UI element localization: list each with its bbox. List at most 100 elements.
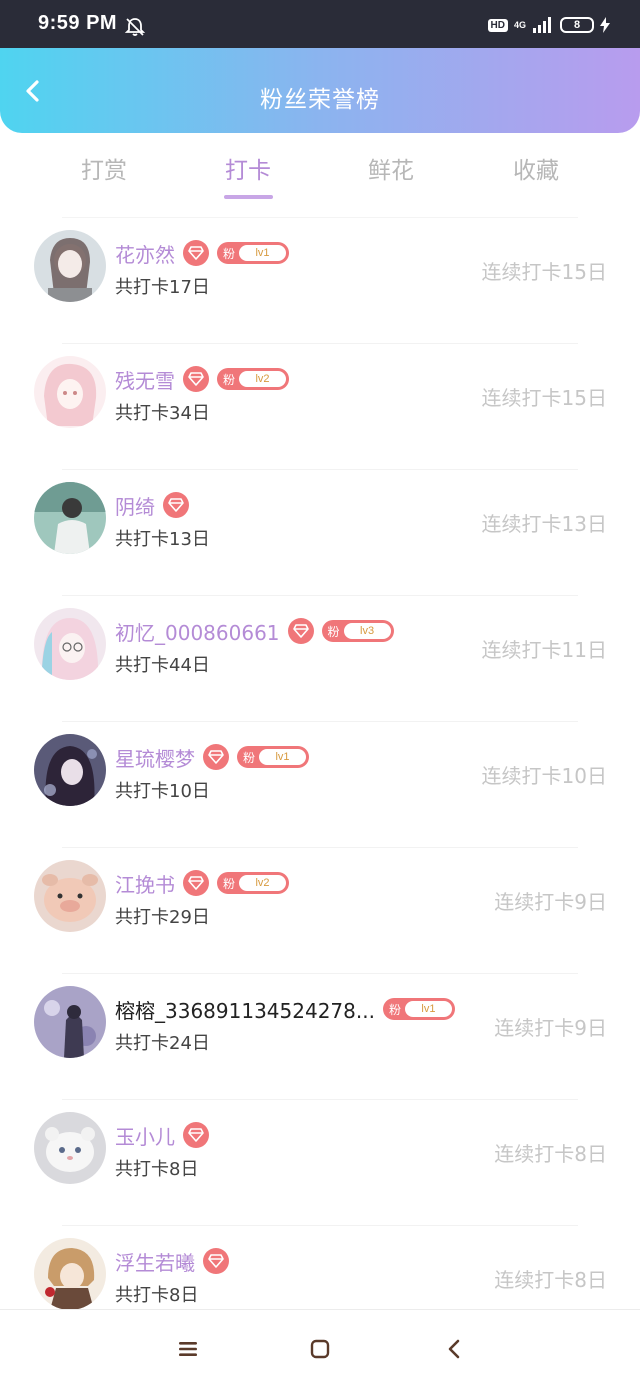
- fan-level: lv3: [343, 623, 391, 639]
- diamond-icon: [163, 492, 189, 518]
- signal-icon: [533, 17, 551, 33]
- fan-label: 粉: [223, 372, 236, 387]
- fan-level-badge: 粉 lv3: [321, 620, 394, 642]
- fan-level-badge: 粉 lv1: [237, 746, 309, 768]
- total-checkins: 共打卡34日: [115, 403, 210, 424]
- diamond-icon: [183, 1122, 209, 1148]
- user-name[interactable]: 星琉樱梦: [115, 743, 195, 772]
- battery-indicator: 8: [560, 17, 594, 33]
- streak-checkins: 连续打卡8日: [494, 1268, 607, 1292]
- tab-flowers[interactable]: 鲜花: [321, 151, 461, 185]
- avatar[interactable]: [34, 734, 106, 806]
- user-name[interactable]: 玉小儿: [115, 1121, 175, 1150]
- total-checkins: 共打卡8日: [115, 1285, 199, 1306]
- back-icon[interactable]: [444, 1338, 466, 1360]
- total-checkins: 共打卡13日: [115, 529, 210, 550]
- user-name[interactable]: 阴绮: [115, 491, 155, 520]
- total-checkins: 共打卡44日: [115, 655, 210, 676]
- fan-level: lv1: [239, 245, 286, 261]
- diamond-icon: [203, 1248, 229, 1274]
- name-line: 阴绮: [115, 491, 189, 519]
- diamond-icon: [183, 366, 209, 392]
- avatar[interactable]: [34, 356, 106, 428]
- status-right-group: HD 4G 8: [487, 14, 610, 36]
- diamond-icon: [203, 744, 229, 770]
- fan-level: lv2: [239, 875, 286, 891]
- diamond-icon: [183, 240, 209, 266]
- name-line: 初忆_000860661 粉 lv3: [115, 617, 394, 645]
- name-line: 榕榕_336891134524278... 粉 lv1: [115, 995, 455, 1023]
- avatar[interactable]: [34, 860, 106, 932]
- list-item[interactable]: 玉小儿 共打卡8日 连续打卡8日: [34, 1099, 607, 1225]
- fan-level-badge: 粉 lv1: [382, 998, 455, 1020]
- fan-label: 粉: [243, 750, 256, 765]
- total-checkins: 共打卡10日: [115, 781, 210, 802]
- name-line: 星琉樱梦 粉 lv1: [115, 743, 309, 771]
- list-item[interactable]: 花亦然 粉 lv1 共打卡17日 连续打卡15日: [34, 217, 607, 343]
- active-tab-indicator: [224, 195, 273, 199]
- tab-favorites[interactable]: 收藏: [466, 151, 606, 185]
- total-checkins: 共打卡8日: [115, 1159, 199, 1180]
- avatar[interactable]: [34, 608, 106, 680]
- name-line: 花亦然 粉 lv1: [115, 239, 289, 267]
- total-checkins: 共打卡24日: [115, 1033, 210, 1054]
- menu-icon[interactable]: [177, 1338, 199, 1360]
- fan-label: 粉: [223, 246, 236, 261]
- status-time: 9:59 PM: [38, 12, 118, 34]
- streak-checkins: 连续打卡15日: [481, 386, 607, 410]
- name-line: 残无雪 粉 lv2: [115, 365, 289, 393]
- user-name[interactable]: 江挽书: [115, 869, 175, 898]
- fan-level: lv1: [404, 1001, 452, 1017]
- tab-reward[interactable]: 打赏: [34, 151, 174, 185]
- fan-level: lv1: [259, 749, 306, 765]
- charging-icon: [600, 17, 610, 33]
- user-name[interactable]: 初忆_000860661: [115, 617, 280, 646]
- list-item[interactable]: 星琉樱梦 粉 lv1 共打卡10日 连续打卡10日: [34, 721, 607, 847]
- streak-checkins: 连续打卡15日: [481, 260, 607, 284]
- user-name[interactable]: 残无雪: [115, 365, 175, 394]
- streak-checkins: 连续打卡9日: [494, 890, 607, 914]
- user-name[interactable]: 浮生若曦: [115, 1247, 195, 1276]
- name-line: 玉小儿: [115, 1121, 209, 1149]
- fan-label: 粉: [327, 624, 340, 639]
- system-navigation-bar: [0, 1309, 640, 1388]
- diamond-icon: [287, 618, 314, 644]
- list-item[interactable]: 残无雪 粉 lv2 共打卡34日 连续打卡15日: [34, 343, 607, 469]
- fan-level: lv2: [239, 371, 286, 387]
- page-header: 粉丝荣誉榜: [0, 48, 640, 133]
- avatar[interactable]: [34, 230, 106, 302]
- streak-checkins: 连续打卡13日: [481, 512, 607, 536]
- tab-checkin[interactable]: 打卡: [178, 151, 318, 185]
- fan-level-badge: 粉 lv1: [217, 242, 289, 264]
- list-item[interactable]: 榕榕_336891134524278... 粉 lv1 共打卡24日 连续打卡9日: [34, 973, 607, 1099]
- avatar[interactable]: [34, 986, 106, 1058]
- bell-muted-icon: [124, 18, 146, 36]
- name-line: 浮生若曦: [115, 1247, 229, 1275]
- list-item[interactable]: 初忆_000860661 粉 lv3 共打卡44日 连续打卡11日: [34, 595, 607, 721]
- user-name[interactable]: 榕榕_336891134524278...: [115, 995, 375, 1024]
- list-item[interactable]: 江挽书 粉 lv2 共打卡29日 连续打卡9日: [34, 847, 607, 973]
- total-checkins: 共打卡17日: [115, 277, 210, 298]
- fan-level-badge: 粉 lv2: [217, 368, 289, 390]
- user-name[interactable]: 花亦然: [115, 239, 175, 268]
- avatar[interactable]: [34, 1112, 106, 1184]
- fan-label: 粉: [388, 1002, 401, 1017]
- list-item[interactable]: 阴绮 共打卡13日 连续打卡13日: [34, 469, 607, 595]
- hd-badge: HD: [487, 18, 508, 32]
- name-line: 江挽书 粉 lv2: [115, 869, 289, 897]
- avatar[interactable]: [34, 1238, 106, 1310]
- page-title: 粉丝荣誉榜: [260, 87, 380, 113]
- streak-checkins: 连续打卡9日: [494, 1016, 607, 1040]
- streak-checkins: 连续打卡10日: [481, 764, 607, 788]
- tab-bar: 打赏 打卡 鲜花 收藏: [0, 133, 640, 213]
- home-square-icon[interactable]: [309, 1338, 331, 1360]
- total-checkins: 共打卡29日: [115, 907, 210, 928]
- fan-label: 粉: [223, 876, 236, 891]
- avatar[interactable]: [34, 482, 106, 554]
- ranking-list: 花亦然 粉 lv1 共打卡17日 连续打卡15日 残无雪 粉 lv2 共打卡34日 …: [0, 217, 640, 1351]
- fan-level-badge: 粉 lv2: [217, 872, 289, 894]
- streak-checkins: 连续打卡8日: [494, 1142, 607, 1166]
- network-type: 4G: [513, 19, 526, 30]
- diamond-icon: [183, 870, 209, 896]
- status-bar: 9:59 PM HD 4G 8: [0, 0, 640, 48]
